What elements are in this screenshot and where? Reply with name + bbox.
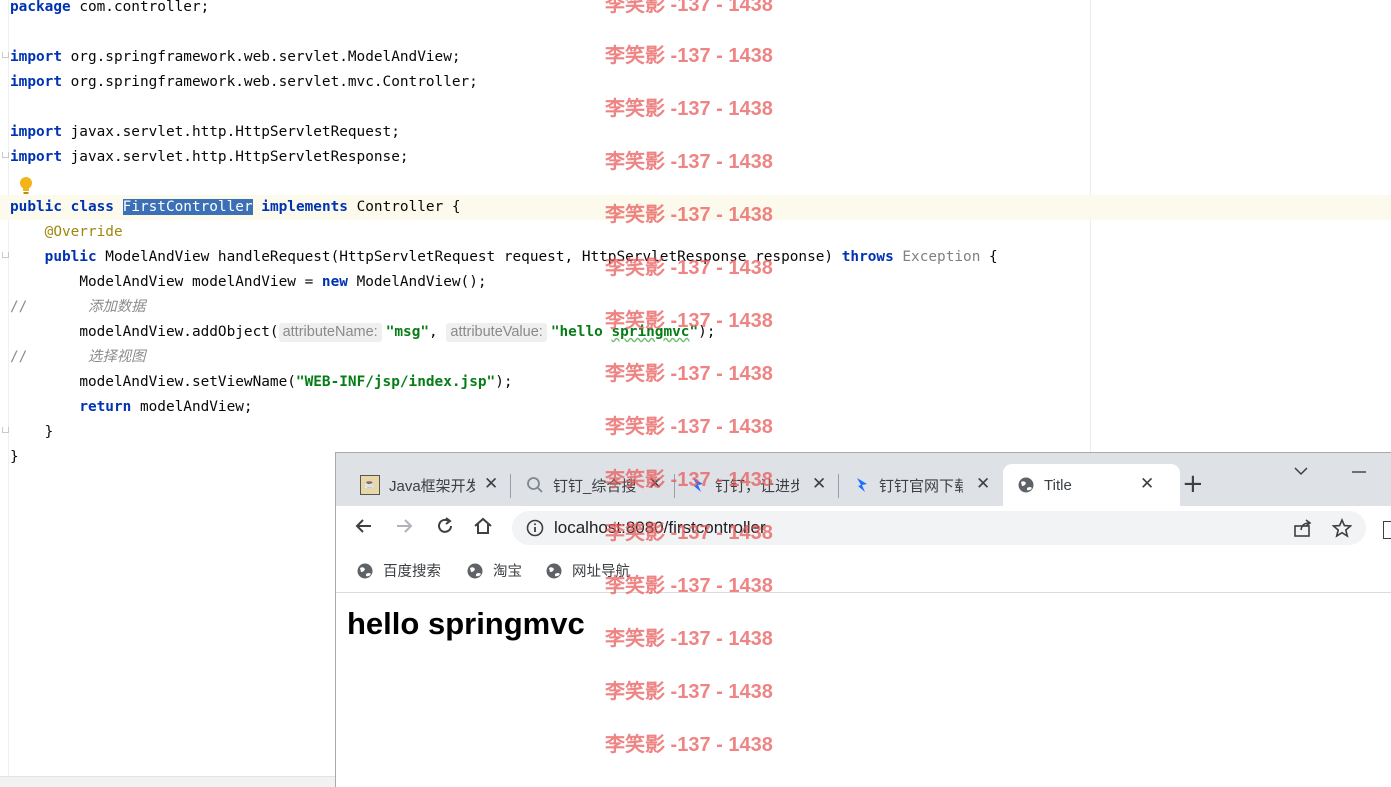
tab-search-chevron-icon[interactable] (1294, 466, 1308, 476)
reload-button[interactable] (432, 513, 458, 539)
arrow-right-icon (397, 519, 413, 533)
code-line-import[interactable]: import org.springframework.web.servlet.m… (10, 70, 478, 95)
close-icon[interactable]: ✕ (976, 474, 990, 494)
dingtalk-icon (857, 478, 867, 492)
code-line-comment[interactable]: // 选择视图 (10, 345, 146, 370)
close-icon[interactable]: ✕ (648, 474, 662, 494)
parameter-hint: attributeValue: (446, 323, 547, 342)
address-bar[interactable]: localhost:8080/firstcontroller (512, 511, 1366, 545)
spelling-warning[interactable]: springmvc (611, 324, 689, 340)
tab-separator (838, 474, 839, 498)
page-content: hello springmvc (336, 593, 1391, 787)
minimize-icon[interactable] (1352, 471, 1366, 473)
close-icon[interactable]: ✕ (484, 474, 498, 494)
back-button[interactable] (351, 513, 377, 539)
reload-icon (438, 517, 452, 533)
code-line-class-declaration[interactable]: public class FirstController implements … (0, 195, 1391, 220)
tab-dingtalk-search[interactable]: 钉钉_综合搜索 ✕ (526, 464, 676, 506)
bookmarks-bar: 百度搜索 淘宝 网址导航 (336, 552, 1391, 593)
search-icon (527, 477, 543, 493)
globe-icon (357, 563, 373, 578)
globe-icon (467, 563, 483, 578)
tab-title-active[interactable]: Title ✕ (1003, 464, 1180, 506)
bookmark-star-icon[interactable] (1332, 518, 1352, 538)
dingtalk-icon (693, 478, 703, 492)
page-heading: hello springmvc (347, 606, 585, 641)
bookmark-taobao[interactable]: 淘宝 (466, 560, 522, 581)
fold-marker-icon[interactable] (2, 152, 9, 158)
fold-marker-icon[interactable] (2, 427, 9, 433)
tab-strip: ☕ Java框架开发 ✕ 钉钉_综合搜索 ✕ 钉钉，让进步 ✕ 钉钉官网下载 ✕… (336, 453, 1391, 506)
close-icon[interactable]: ✕ (812, 474, 826, 494)
tab-dingtalk-download[interactable]: 钉钉官网下载 ✕ (854, 464, 1004, 506)
new-tab-button[interactable]: + (1182, 470, 1204, 498)
code-line-new-modelandview[interactable]: ModelAndView modelAndView = new ModelAnd… (10, 270, 486, 295)
bookmark-baidu-search[interactable]: 百度搜索 (356, 560, 441, 581)
bookmark-site-navigation[interactable]: 网址导航 (545, 560, 630, 581)
home-icon (474, 517, 492, 534)
side-panel-icon[interactable] (1383, 521, 1391, 539)
tab-separator (510, 474, 511, 498)
code-line-annotation[interactable]: @Override (10, 220, 123, 245)
code-line-import[interactable]: import javax.servlet.http.HttpServletRes… (10, 145, 409, 170)
globe-icon (546, 563, 562, 578)
browser-toolbar: localhost:8080/firstcontroller (336, 506, 1391, 552)
code-line-comment[interactable]: // 添加数据 (10, 295, 146, 320)
selected-class-name[interactable]: FirstController (122, 199, 253, 215)
url-text[interactable]: localhost:8080/firstcontroller (554, 511, 766, 545)
info-icon[interactable] (526, 519, 544, 537)
arrow-left-icon (355, 519, 371, 533)
code-line-package[interactable]: package com.controller; (10, 0, 209, 20)
forward-button[interactable] (391, 513, 417, 539)
close-icon[interactable]: ✕ (1140, 474, 1154, 494)
code-line-close-class[interactable]: } (10, 445, 19, 470)
code-line-method-signature[interactable]: public ModelAndView handleRequest(HttpSe… (10, 245, 998, 270)
tab-java-framework[interactable]: ☕ Java框架开发 ✕ (360, 464, 510, 506)
editor-status-strip (0, 776, 340, 787)
tab-separator (674, 474, 675, 498)
share-icon[interactable] (1293, 519, 1313, 537)
code-line-add-object[interactable]: modelAndView.addObject(attributeName: "ms… (10, 320, 715, 345)
lightbulb-icon[interactable] (19, 176, 33, 196)
parameter-hint: attributeName: (278, 323, 382, 342)
browser-window[interactable]: ☕ Java框架开发 ✕ 钉钉_综合搜索 ✕ 钉钉，让进步 ✕ 钉钉官网下载 ✕… (335, 452, 1391, 787)
fold-marker-icon[interactable] (2, 252, 9, 258)
globe-icon (1018, 477, 1034, 493)
code-line-import[interactable]: import org.springframework.web.servlet.M… (10, 45, 461, 70)
home-button[interactable] (470, 513, 496, 539)
fold-marker-icon[interactable] (2, 52, 9, 58)
java-icon: ☕ (360, 475, 380, 495)
code-line-import[interactable]: import javax.servlet.http.HttpServletReq… (10, 120, 400, 145)
tab-dingtalk-progress[interactable]: 钉钉，让进步 ✕ (690, 464, 840, 506)
code-line-set-view-name[interactable]: modelAndView.setViewName("WEB-INF/jsp/in… (10, 370, 512, 395)
editor-gutter[interactable] (0, 0, 9, 786)
code-line-close-method[interactable]: } (10, 420, 54, 445)
code-line-return[interactable]: return modelAndView; (10, 395, 252, 420)
